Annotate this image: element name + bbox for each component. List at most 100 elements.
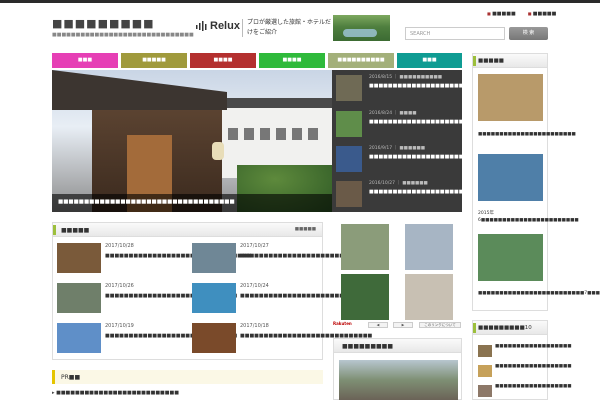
post-thumbnail[interactable]	[57, 283, 101, 313]
ranking-title[interactable]: ■■■■■■■■■■■■■■■■■■	[495, 383, 572, 390]
slider-item[interactable]: 2016/9/17 ｜ ■■■■■■ ■■■■■■■■■■■■■■■■■■■■■…	[332, 141, 525, 176]
rakuten-logo[interactable]: Rakuten	[333, 321, 352, 326]
right-column-image[interactable]	[478, 74, 543, 121]
ranking-thumbnail	[478, 385, 492, 397]
rakuten-product-image[interactable]	[341, 224, 389, 270]
slider-title[interactable]: ■■■■■■■■■■■■■■■■■■■■■■■■■■■■■■■■■	[369, 82, 525, 91]
right-column-image[interactable]	[478, 154, 543, 201]
post-date: 2017/10/18	[240, 323, 269, 329]
post-entry[interactable]: 2017/10/28 ■■■■■■■■■■■■■■■■■■■■■■■■■■■■■…	[53, 239, 251, 277]
slider-thumbnail	[336, 75, 362, 101]
side-feature-panel: ■■■■■■■■■	[333, 338, 462, 400]
post-date: 2017/10/27	[240, 243, 269, 249]
hero-slide[interactable]: ■■■■■■■■■■■■■■■■■■■■■■■■■■■■■■■■■■	[52, 70, 332, 212]
relux-logo-icon	[196, 21, 207, 31]
rakuten-prev-button[interactable]: ◀	[368, 322, 388, 328]
ranking-title[interactable]: ■■■■■■■■■■■■■■■■■■	[495, 363, 572, 370]
slider-meta: 2016/9/17 ｜ ■■■■■■	[369, 146, 425, 151]
slider-meta: 2016/10/27 ｜ ■■■■■■	[369, 181, 428, 186]
post-title[interactable]: ■■■■■■■■■■■■■■■■■■■■■■■■■■■■	[240, 292, 372, 300]
top-link[interactable]: ■ ■■■■	[528, 11, 557, 17]
relux-banner[interactable]: Relux プロが厳選した旅館・ホテルだけをご紹介	[195, 15, 392, 41]
pr-heading: PR■■	[52, 370, 323, 384]
post-thumbnail[interactable]	[192, 283, 236, 313]
slider-meta: 2016/8/24 ｜ ■■■■	[369, 111, 417, 116]
banner-image	[333, 15, 390, 41]
top-bar	[0, 0, 600, 3]
post-entry[interactable]: 2017/10/26 ■■■■■■■■■■■■■■■■■■■■■■■■■■■■	[53, 279, 237, 317]
banner-tagline: プロが厳選した旅館・ホテルだけをご紹介	[247, 19, 332, 36]
ranking-thumbnail	[478, 345, 492, 357]
post-date: 2017/10/19	[105, 323, 134, 329]
new-posts-heading: ■■■■■ ■■■■■	[53, 223, 322, 237]
nav-item[interactable]: ■■■	[52, 53, 118, 68]
top-link[interactable]: ■ ■■■■	[487, 11, 516, 17]
rakuten-widget: Rakuten ◀ ▶ このリンクについて	[333, 222, 463, 330]
pr-link[interactable]: ■■■■■■■■■■■■■■■■■■■■■■■■■■	[52, 390, 179, 396]
slider-title[interactable]: ■■■■■■■■■■■■■■■■■■■■■■■■■■■■■■■■■	[369, 153, 525, 162]
site-subtitle: ■■■■■■■■■■■■■■■■■■■■■■■■■■■■■■	[52, 32, 194, 38]
post-title[interactable]: ■■■■■■■■■■■■■■■■■■■■■■■■■■	[240, 252, 363, 260]
ranking-thumbnail	[478, 365, 492, 377]
post-thumbnail[interactable]	[192, 323, 236, 353]
nav-item[interactable]: ■■■■	[259, 53, 325, 68]
post-date: 2017/10/26	[105, 283, 134, 289]
ranking-title[interactable]: ■■■■■■■■■■■■■■■■■■	[495, 343, 572, 350]
post-entry[interactable]: 2017/10/27 ■■■■■■■■■■■■■■■■■■■■■■■■■■	[188, 239, 363, 277]
search-input[interactable]: SEARCH	[405, 27, 505, 40]
nav-item[interactable]: ■■■	[397, 53, 462, 68]
right-column-panel: ■■■■■ ■■■■■■■■■■■■■■■■■■■■■■■ 2015年6■■■■…	[472, 53, 600, 311]
post-thumbnail[interactable]	[57, 243, 101, 273]
post-thumbnail[interactable]	[57, 323, 101, 353]
post-date: 2017/10/24	[240, 283, 269, 289]
panel-title: ■■■■■	[61, 227, 90, 234]
rakuten-product-image[interactable]	[405, 224, 453, 270]
post-entry[interactable]: 2017/10/24 ■■■■■■■■■■■■■■■■■■■■■■■■■■■■	[188, 279, 372, 317]
slider-list: 2016/8/15 ｜ ■■■■■■■■■■ ■■■■■■■■■■■■■■■■■…	[332, 70, 525, 212]
right-column-text[interactable]: ■■■■■■■■■■■■■■■■■■■■■■■	[478, 131, 576, 138]
more-link[interactable]: ■■■■■	[295, 227, 316, 232]
post-title[interactable]: ■■■■■■■■■■■■■■■■■■■■■■■■■■■■	[105, 332, 237, 340]
ranking-heading: ■■■■■■■■■10	[473, 321, 547, 335]
main-nav: ■■■ ■■■■■ ■■■■ ■■■■ ■■■■■■■■■■ ■■■	[52, 53, 462, 68]
post-title[interactable]: ■■■■■■■■■■■■■■■■■■■■■■■■■■■■	[240, 332, 372, 340]
ranking-item[interactable]: ■■■■■■■■■■■■■■■■■■	[478, 383, 572, 400]
rakuten-about-link[interactable]: このリンクについて	[419, 322, 461, 328]
banner-brand: Relux	[210, 20, 240, 32]
post-title[interactable]: ■■■■■■■■■■■■■■■■■■■■■■■■■■■■	[105, 292, 237, 300]
lantern-icon	[212, 142, 224, 160]
new-posts-panel: ■■■■■ ■■■■■ 2017/10/28 ■■■■■■■■■■■■■■■■■…	[52, 222, 372, 360]
post-entry[interactable]: 2017/10/18 ■■■■■■■■■■■■■■■■■■■■■■■■■■■■	[188, 319, 372, 357]
ranking-item[interactable]: ■■■■■■■■■■■■■■■■■■	[478, 343, 572, 363]
nav-item[interactable]: ■■■■■	[121, 53, 187, 68]
right-column-heading: ■■■■■	[473, 54, 547, 68]
right-column-image[interactable]	[478, 234, 543, 281]
ranking-panel: ■■■■■■■■■10 ■■■■■■■■■■■■■■■■■■ ■■■■■■■■■…	[472, 320, 572, 400]
side-feature-image[interactable]	[339, 360, 458, 400]
slider-title[interactable]: ■■■■■■■■■■■■■■■■■■■■■■■■■■■■■■■■■	[369, 118, 525, 127]
search-button[interactable]: 検 索	[509, 27, 548, 40]
hero-caption[interactable]: ■■■■■■■■■■■■■■■■■■■■■■■■■■■■■■■■■■	[52, 194, 332, 212]
post-title[interactable]: ■■■■■■■■■■■■■■■■■■■■■■■■■■■■■■■	[105, 252, 251, 260]
post-date: 2017/10/28	[105, 243, 134, 249]
rakuten-product-image[interactable]	[341, 274, 389, 320]
slider-thumbnail	[336, 111, 362, 137]
slider-thumbnail	[336, 146, 362, 172]
right-column-text[interactable]: 2015年6■■■■■■■■■■■■■■■■■■■■■■■	[478, 210, 579, 224]
slider-thumbnail	[336, 181, 362, 207]
slider-item[interactable]: 2016/8/24 ｜ ■■■■ ■■■■■■■■■■■■■■■■■■■■■■■…	[332, 106, 525, 141]
post-entry[interactable]: 2017/10/19 ■■■■■■■■■■■■■■■■■■■■■■■■■■■■	[53, 319, 237, 357]
slider-title[interactable]: ■■■■■■■■■■■■■■■■■■■■■■■■■■■■■■■■■	[369, 188, 525, 197]
right-column-text[interactable]: ■■■■■■■■■■■■■■■■■■■■■■■■■7■■■■■	[478, 290, 600, 297]
slider-item[interactable]: 2016/10/27 ｜ ■■■■■■ ■■■■■■■■■■■■■■■■■■■■…	[332, 176, 525, 211]
rakuten-product-image[interactable]	[405, 274, 453, 320]
rakuten-next-button[interactable]: ▶	[393, 322, 413, 328]
site-title[interactable]: ■■■■■■■■■	[52, 17, 155, 30]
nav-item[interactable]: ■■■■■■■■■■	[328, 53, 394, 68]
top-links: ■ ■■■■ ■■ ■■■	[487, 11, 568, 17]
slider-item[interactable]: 2016/8/15 ｜ ■■■■■■■■■■ ■■■■■■■■■■■■■■■■■…	[332, 70, 525, 105]
slider-meta: 2016/8/15 ｜ ■■■■■■■■■■	[369, 75, 442, 80]
post-thumbnail[interactable]	[192, 243, 236, 273]
nav-item[interactable]: ■■■■	[190, 53, 256, 68]
ranking-item[interactable]: ■■■■■■■■■■■■■■■■■■	[478, 363, 572, 383]
